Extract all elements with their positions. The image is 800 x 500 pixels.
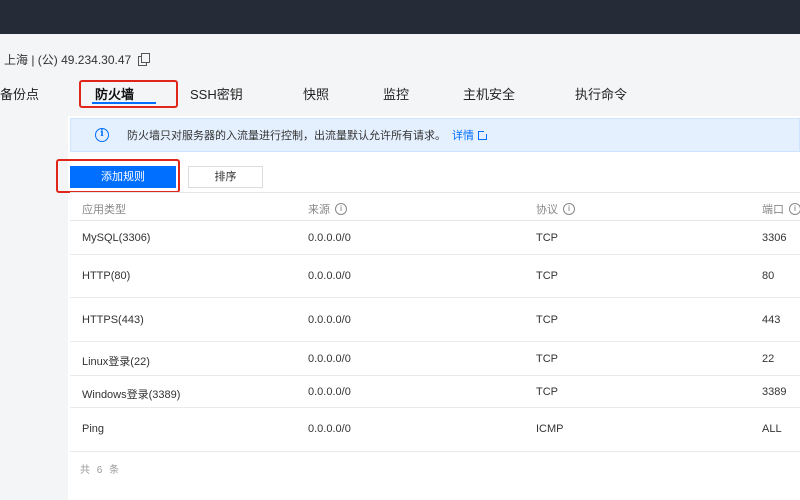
tab-monitoring[interactable]: 监控 — [383, 84, 409, 103]
column-protocol: 协议 i — [536, 201, 575, 217]
cell-protocol: TCP — [536, 232, 558, 244]
cell-protocol: TCP — [536, 314, 558, 326]
firewall-rules-table: 应用类型 来源 i 协议 i 端口 i MySQL(3306) 0.0.0.0/… — [70, 192, 800, 482]
add-rule-button[interactable]: 添加规则 — [70, 166, 176, 188]
help-icon[interactable]: i — [789, 203, 800, 215]
column-source: 来源 i — [308, 201, 347, 217]
cell-port: 3306 — [762, 232, 787, 244]
external-link-icon — [478, 128, 489, 140]
column-app-type-label: 应用类型 — [82, 204, 126, 216]
notice-banner: i 防火墙只对服务器的入流量进行控制，出流量默认允许所有请求。 详情 — [70, 118, 800, 152]
cell-source: 0.0.0.0/0 — [308, 314, 351, 326]
cell-port: ALL — [762, 423, 782, 435]
cell-source: 0.0.0.0/0 — [308, 270, 351, 282]
cell-port: 3389 — [762, 386, 787, 398]
table-header: 应用类型 来源 i 协议 i 端口 i — [70, 193, 800, 221]
notice-link-label[interactable]: 详情 — [452, 127, 474, 143]
copy-icon[interactable] — [138, 53, 151, 66]
cell-protocol: ICMP — [536, 423, 564, 435]
cell-protocol: TCP — [536, 353, 558, 365]
notice-details-link[interactable]: 详情 — [452, 127, 489, 143]
active-tab-indicator — [92, 102, 156, 104]
info-icon: i — [95, 128, 109, 142]
cell-source: 0.0.0.0/0 — [308, 353, 351, 365]
sort-button[interactable]: 排序 — [188, 166, 263, 188]
table-footer: 共 6 条 — [70, 452, 800, 482]
table-row: HTTP(80) 0.0.0.0/0 TCP 80 — [70, 255, 800, 298]
instance-address: 上海 | (公) 49.234.30.47 — [4, 52, 132, 67]
cell-source: 0.0.0.0/0 — [308, 423, 351, 435]
tab-host-security[interactable]: 主机安全 — [463, 84, 515, 103]
cell-app: HTTP(80) — [82, 270, 131, 282]
cell-app: Ping — [82, 423, 105, 435]
column-source-label: 来源 — [308, 204, 330, 216]
instance-location: 上海 | (公) 49.234.30.47 — [4, 51, 151, 67]
notice-text: 防火墙只对服务器的入流量进行控制，出流量默认允许所有请求。 — [127, 130, 446, 142]
table-row: MySQL(3306) 0.0.0.0/0 TCP 3306 — [70, 221, 800, 255]
tab-backup[interactable]: 备份点 — [0, 84, 39, 103]
tab-snapshot[interactable]: 快照 — [303, 84, 329, 103]
cell-port: 443 — [762, 314, 781, 326]
table-row: Windows登录(3389) 0.0.0.0/0 TCP 3389 — [70, 376, 800, 408]
cell-app: Windows登录(3389) — [82, 389, 181, 401]
cell-port: 22 — [762, 353, 775, 365]
table-row: Ping 0.0.0.0/0 ICMP ALL — [70, 408, 800, 452]
table-row: HTTPS(443) 0.0.0.0/0 TCP 443 — [70, 298, 800, 342]
column-protocol-label: 协议 — [536, 204, 558, 216]
tab-firewall[interactable]: 防火墙 — [95, 84, 134, 103]
help-icon[interactable]: i — [335, 203, 347, 215]
column-port: 端口 i — [762, 201, 800, 217]
cell-app: Linux登录(22) — [82, 356, 150, 368]
cell-port: 80 — [762, 270, 775, 282]
column-app-type: 应用类型 — [82, 201, 126, 217]
tab-ssh-keys[interactable]: SSH密钥 — [190, 84, 243, 103]
help-icon[interactable]: i — [563, 203, 575, 215]
top-nav-bar — [0, 0, 800, 34]
column-port-label: 端口 — [762, 204, 784, 216]
table-row: Linux登录(22) 0.0.0.0/0 TCP 22 — [70, 342, 800, 376]
tab-run-command[interactable]: 执行命令 — [575, 84, 627, 103]
cell-app: HTTPS(443) — [82, 314, 144, 326]
cell-source: 0.0.0.0/0 — [308, 232, 351, 244]
cell-protocol: TCP — [536, 270, 558, 282]
cell-source: 0.0.0.0/0 — [308, 386, 351, 398]
total-count: 共 6 条 — [80, 465, 122, 476]
cell-app: MySQL(3306) — [82, 232, 151, 244]
cell-protocol: TCP — [536, 386, 558, 398]
